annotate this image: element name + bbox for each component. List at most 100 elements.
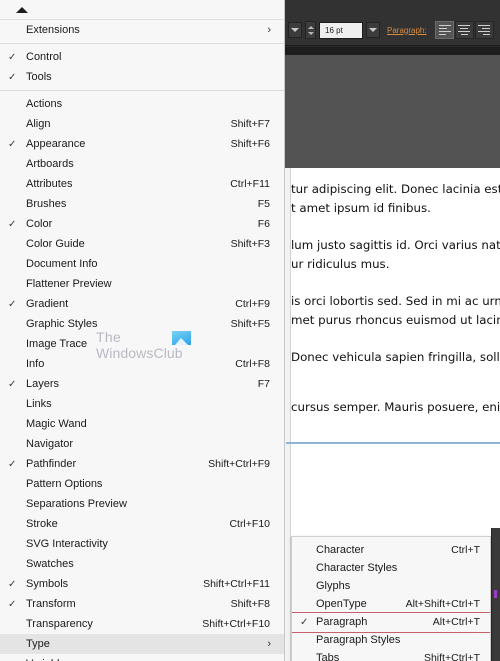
menu-item-graphic-styles[interactable]: Graphic Styles Shift+F5 <box>0 314 284 334</box>
font-size-stepper[interactable] <box>305 21 316 39</box>
type-submenu-items: Character Ctrl+T Character Styles Glyphs Ope… <box>292 541 490 661</box>
menu-item-label: Gradient <box>26 298 69 310</box>
menu-item-label: Tools <box>26 71 52 83</box>
menu-item-shortcut: Ctrl+F9 <box>235 298 270 310</box>
document-paragraph: lum justo sagittis id. Orci varius natoq… <box>291 238 500 252</box>
paragraph-panel-link[interactable]: Paragraph: <box>387 26 427 35</box>
align-left-button[interactable] <box>434 21 454 39</box>
menu-item-shortcut: F7 <box>257 378 270 390</box>
menu-item-label: Appearance <box>26 138 86 150</box>
menu-item-info[interactable]: Info Ctrl+F8 <box>0 354 284 374</box>
menu-item-pathfinder[interactable]: ✓ Pathfinder Shift+Ctrl+F9 <box>0 454 284 474</box>
menu-item-links[interactable]: Links <box>0 394 284 414</box>
window-menu-items: Extensions › ✓ Control ✓ Tools Actions Align Shi… <box>0 20 284 661</box>
menu-item-tools[interactable]: ✓ Tools <box>0 67 284 87</box>
right-panel-strip[interactable] <box>491 528 500 661</box>
checkmark-icon: ✓ <box>8 298 17 310</box>
menu-item-label: Layers <box>26 378 60 390</box>
menu-item-magic-wand[interactable]: Magic Wand <box>0 414 284 434</box>
menu-item-extensions[interactable]: Extensions › <box>0 20 284 40</box>
submenu-item-tabs[interactable]: Tabs Shift+Ctrl+T <box>292 649 490 661</box>
menu-item-type[interactable]: Type › <box>0 634 284 654</box>
checkmark-icon: ✓ <box>8 71 17 83</box>
menu-item-swatches[interactable]: Swatches <box>0 554 284 574</box>
submenu-item-label: Paragraph <box>316 616 368 628</box>
menu-item-variables[interactable]: Variables <box>0 654 284 661</box>
menu-item-label: Stroke <box>26 518 58 530</box>
menu-item-label: Extensions <box>26 24 80 36</box>
menu-item-label: Type <box>26 638 50 650</box>
menu-item-color-guide[interactable]: Color Guide Shift+F3 <box>0 234 284 254</box>
menu-item-align[interactable]: Align Shift+F7 <box>0 114 284 134</box>
menu-item-label: Attributes <box>26 178 73 190</box>
menu-item-color[interactable]: ✓ Color F6 <box>0 214 284 234</box>
align-right-button[interactable] <box>474 21 494 39</box>
menu-item-control[interactable]: ✓ Control <box>0 47 284 67</box>
menu-item-transparency[interactable]: Transparency Shift+Ctrl+F10 <box>0 614 284 634</box>
submenu-item-character[interactable]: Character Ctrl+T <box>292 541 490 559</box>
submenu-item-opentype[interactable]: OpenType Alt+Shift+Ctrl+T <box>292 595 490 613</box>
menu-item-label: Navigator <box>26 438 74 450</box>
menu-item-label: Links <box>26 398 52 410</box>
document-paragraph: Donec vehicula sapien fringilla, sollici… <box>291 350 500 364</box>
control-toolbar-controls: 16 pt Paragraph: <box>288 19 500 41</box>
menu-item-layers[interactable]: ✓ Layers F7 <box>0 374 284 394</box>
scroll-up-triangle-icon[interactable] <box>0 0 284 20</box>
checkmark-icon: ✓ <box>8 138 17 150</box>
menu-item-brushes[interactable]: Brushes F5 <box>0 194 284 214</box>
submenu-item-label: Tabs <box>316 652 340 661</box>
menu-item-shortcut: F6 <box>257 218 270 230</box>
align-center-button[interactable] <box>454 21 474 39</box>
menu-item-transform[interactable]: ✓ Transform Shift+F8 <box>0 594 284 614</box>
menu-item-shortcut: Shift+Ctrl+F10 <box>202 618 270 630</box>
checkmark-icon: ✓ <box>300 616 309 628</box>
menu-item-label: Color Guide <box>26 238 85 250</box>
menu-item-symbols[interactable]: ✓ Symbols Shift+Ctrl+F11 <box>0 574 284 594</box>
window-menu[interactable]: Extensions › ✓ Control ✓ Tools Actions Align Shi… <box>0 0 285 661</box>
chevron-right-icon: › <box>267 24 271 36</box>
font-size-input[interactable]: 16 pt <box>319 21 363 39</box>
submenu-item-shortcut: Alt+Shift+Ctrl+T <box>405 598 480 610</box>
menu-item-label: Document Info <box>26 258 98 270</box>
menu-item-label: Symbols <box>26 578 69 590</box>
submenu-item-label: OpenType <box>316 598 367 610</box>
menu-item-shortcut: Shift+Ctrl+F9 <box>208 458 270 470</box>
checkmark-icon: ✓ <box>8 578 17 590</box>
font-size-dropdown-icon[interactable] <box>366 22 380 38</box>
submenu-item-paragraph[interactable]: ✓ Paragraph Alt+Ctrl+T <box>292 612 490 633</box>
menu-item-shortcut: Shift+F8 <box>230 598 270 610</box>
menu-item-label: Pathfinder <box>26 458 77 470</box>
submenu-item-shortcut: Ctrl+T <box>451 544 480 556</box>
menu-item-navigator[interactable]: Navigator <box>0 434 284 454</box>
menu-item-gradient[interactable]: ✓ Gradient Ctrl+F9 <box>0 294 284 314</box>
menu-item-document-info[interactable]: Document Info <box>0 254 284 274</box>
menu-item-flattener-preview[interactable]: Flattener Preview <box>0 274 284 294</box>
document-paragraph: cursus semper. Mauris posuere, enim. <box>291 400 500 414</box>
menu-item-svg-interactivity[interactable]: SVG Interactivity <box>0 534 284 554</box>
menu-item-actions[interactable]: Actions <box>0 94 284 114</box>
panel-accent-marker <box>494 590 497 598</box>
menu-item-label: Align <box>26 118 51 130</box>
document-paragraph: met purus rhoncus euismod ut lacinia est… <box>291 313 500 327</box>
submenu-item-character-styles[interactable]: Character Styles <box>292 559 490 577</box>
checkmark-icon: ✓ <box>8 51 17 63</box>
submenu-item-glyphs[interactable]: Glyphs <box>292 577 490 595</box>
menu-item-shortcut: Shift+Ctrl+F11 <box>203 578 270 590</box>
menu-item-stroke[interactable]: Stroke Ctrl+F10 <box>0 514 284 534</box>
menu-separator <box>0 43 284 44</box>
menu-item-shortcut: Ctrl+F8 <box>235 358 270 370</box>
chevron-down-icon[interactable] <box>288 22 302 38</box>
checkmark-icon: ✓ <box>8 218 17 230</box>
menu-item-separations-preview[interactable]: Separations Preview <box>0 494 284 514</box>
menu-item-appearance[interactable]: ✓ Appearance Shift+F6 <box>0 134 284 154</box>
paragraph-align-group <box>434 21 494 39</box>
menu-item-label: Control <box>26 51 62 63</box>
type-submenu[interactable]: Character Ctrl+T Character Styles Glyphs Ope… <box>291 536 491 661</box>
submenu-item-label: Character <box>316 544 365 556</box>
menu-item-image-trace[interactable]: Image Trace <box>0 334 284 354</box>
submenu-item-paragraph-styles[interactable]: Paragraph Styles <box>292 631 490 649</box>
menu-item-pattern-options[interactable]: Pattern Options <box>0 474 284 494</box>
menu-item-artboards[interactable]: Artboards <box>0 154 284 174</box>
menu-item-shortcut: Ctrl+F10 <box>229 518 270 530</box>
menu-item-attributes[interactable]: Attributes Ctrl+F11 <box>0 174 284 194</box>
